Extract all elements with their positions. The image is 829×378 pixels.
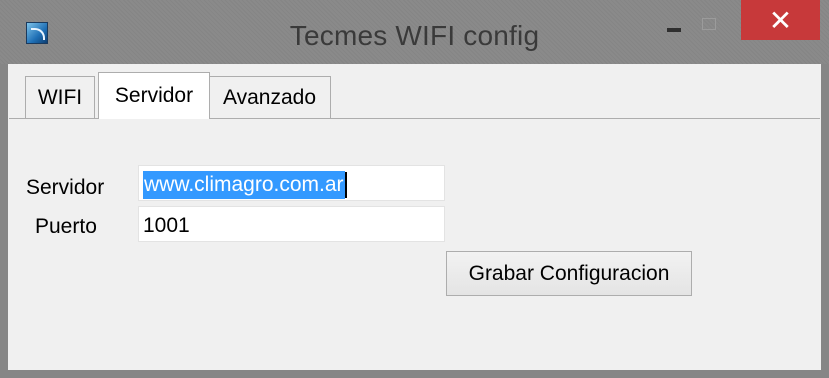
tab-avanzado[interactable]: Avanzado xyxy=(208,76,331,118)
tab-label: Servidor xyxy=(114,84,194,107)
text-caret xyxy=(344,172,347,198)
tab-servidor[interactable]: Servidor xyxy=(98,72,210,119)
minimize-button[interactable] xyxy=(667,28,681,32)
server-label: Servidor xyxy=(26,176,105,199)
server-input[interactable]: www.climagro.com.ar xyxy=(138,165,445,201)
save-config-label: Grabar Configuracion xyxy=(468,261,670,285)
close-button[interactable]: ✕ xyxy=(741,0,820,40)
save-config-button[interactable]: Grabar Configuracion xyxy=(446,251,692,296)
tab-panel-servidor: Servidor www.climagro.com.ar Puerto 1001… xyxy=(9,118,820,369)
close-icon: ✕ xyxy=(768,4,793,36)
tab-label: WIFI xyxy=(37,85,83,109)
port-input-value: 1001 xyxy=(143,214,190,237)
app-window: Tecmes WIFI config ✕ WIFI Servidor Avanz… xyxy=(0,0,829,378)
port-input[interactable]: 1001 xyxy=(138,206,445,242)
server-input-value: www.climagro.com.ar xyxy=(143,171,345,199)
maximize-button[interactable] xyxy=(702,18,716,30)
client-area: WIFI Servidor Avanzado Servidor www.clim… xyxy=(8,64,821,370)
tab-wifi[interactable]: WIFI xyxy=(25,76,95,118)
tab-label: Avanzado xyxy=(222,85,317,109)
title-bar[interactable]: Tecmes WIFI config ✕ xyxy=(0,0,829,64)
port-label: Puerto xyxy=(35,215,97,238)
